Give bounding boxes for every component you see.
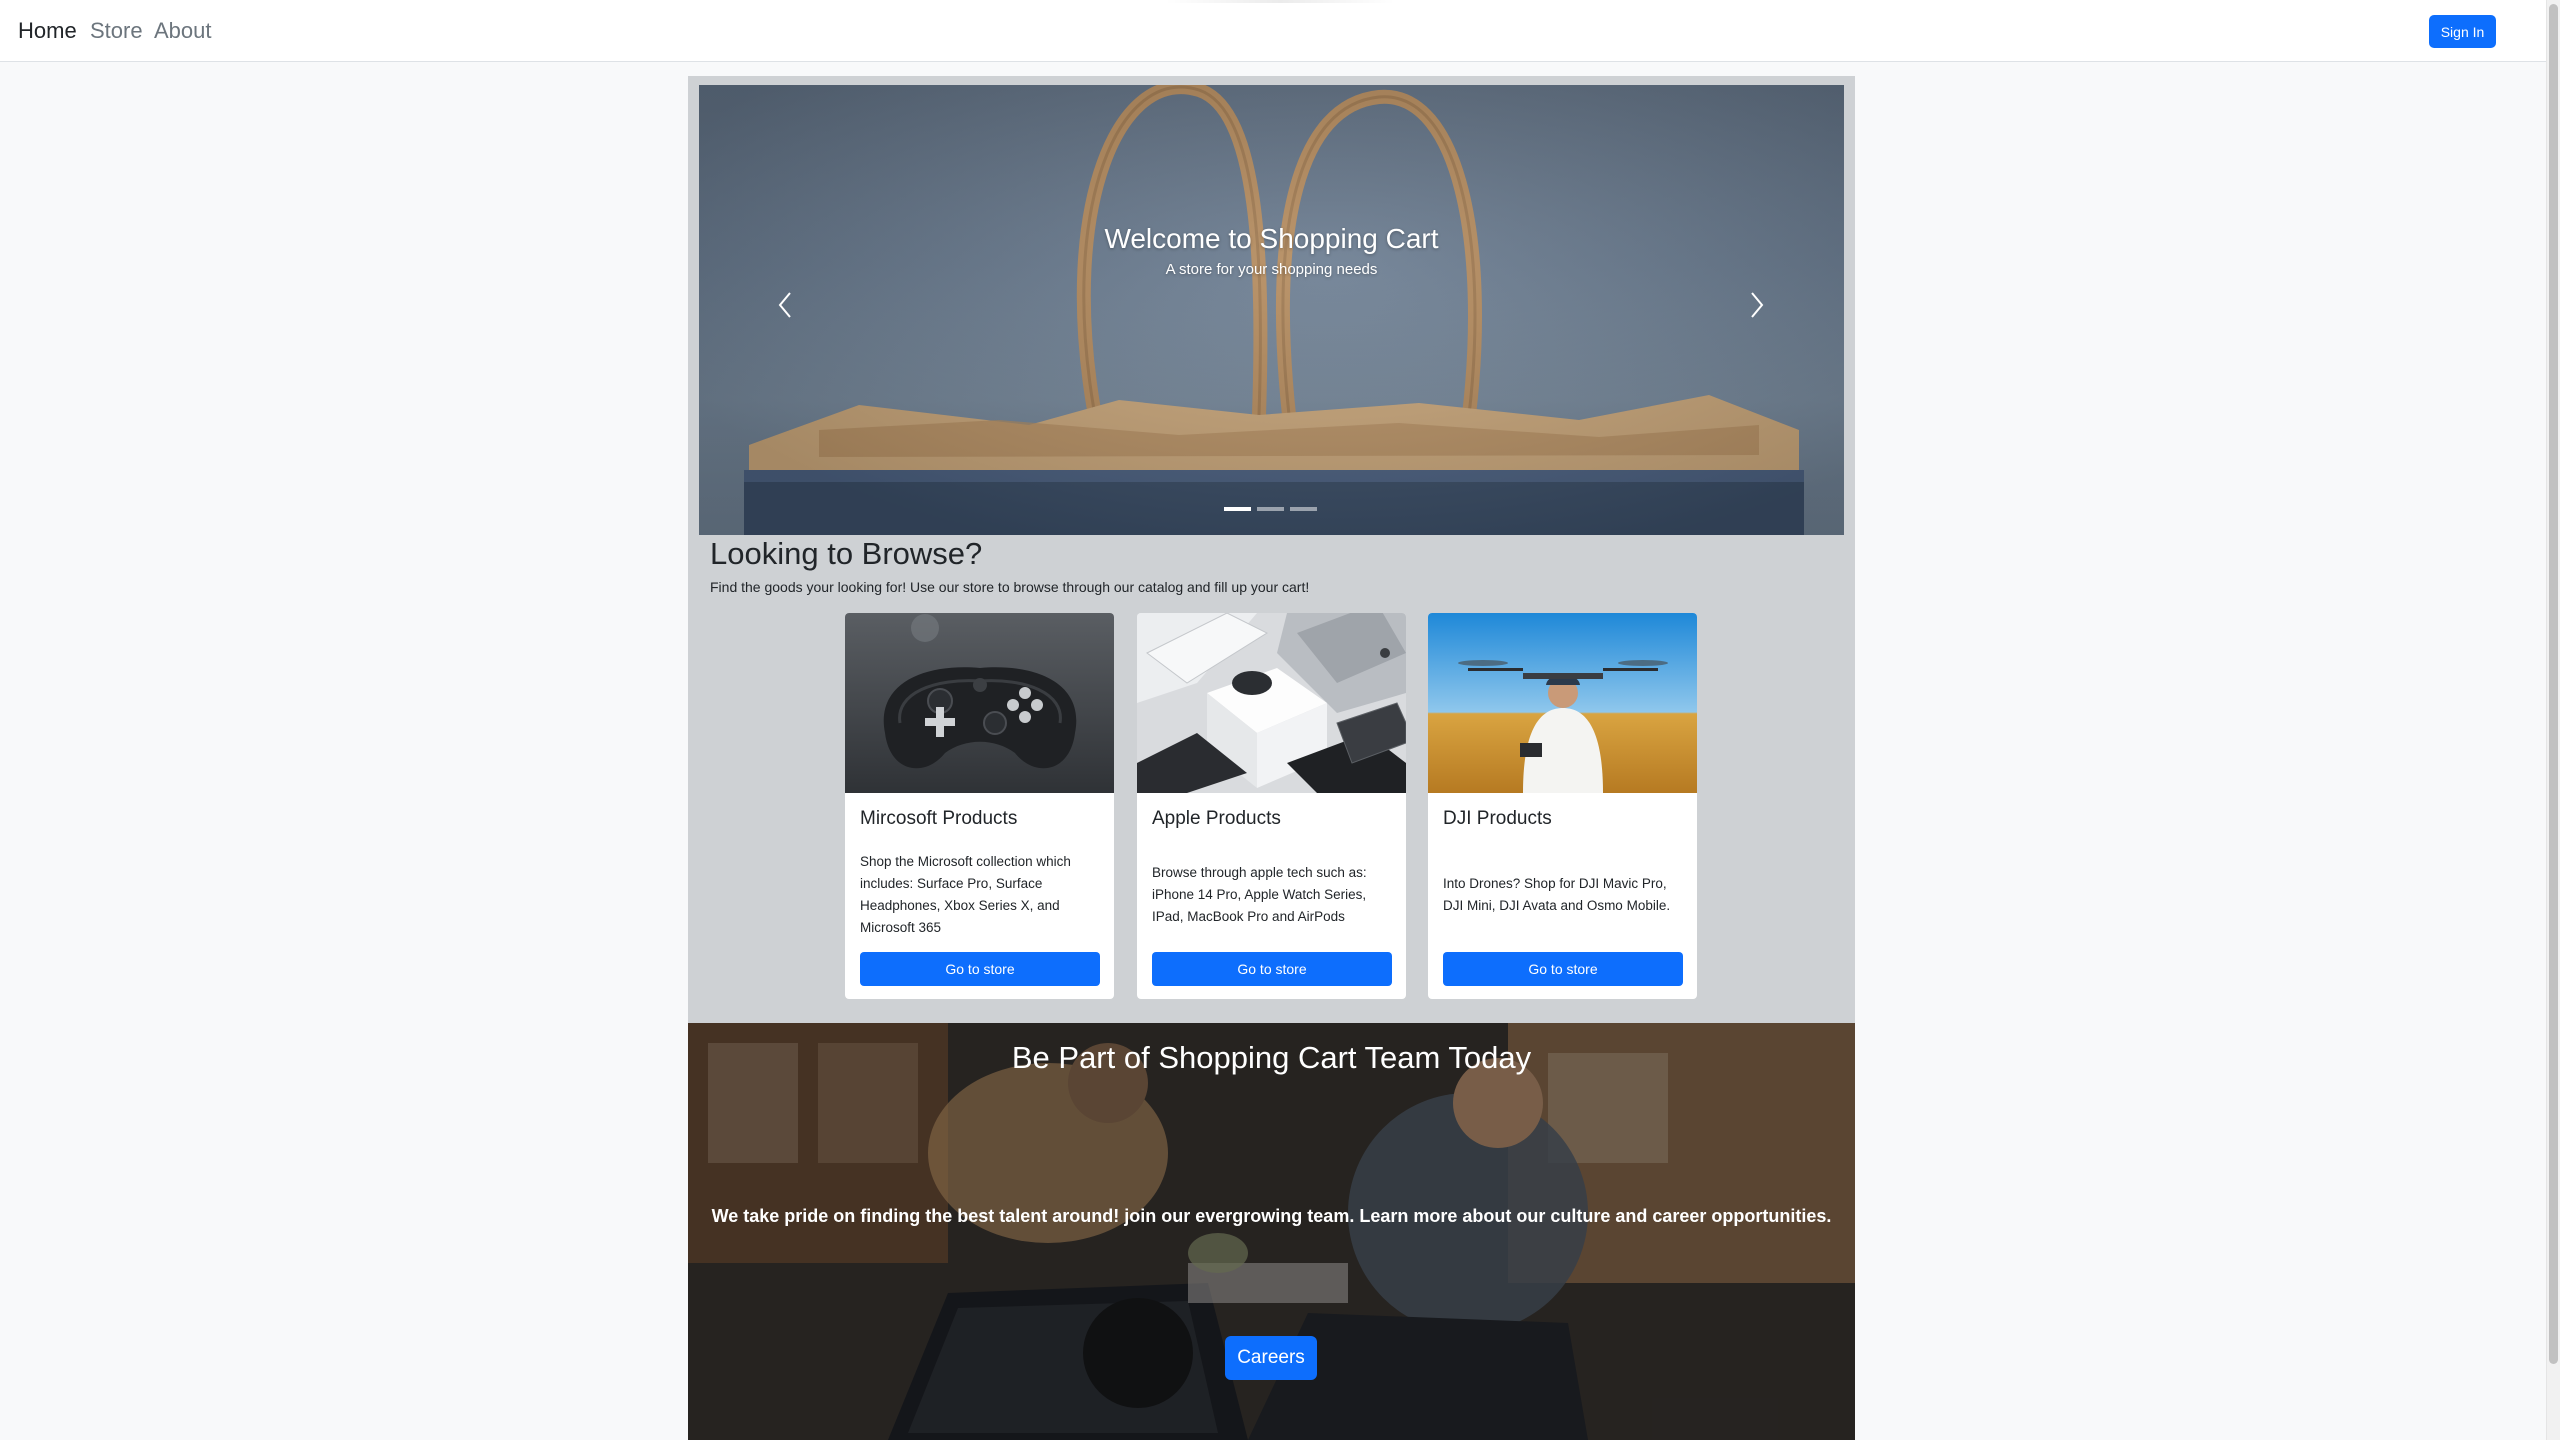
carousel-indicator-3[interactable] xyxy=(1290,507,1317,511)
go-to-store-button[interactable]: Go to store xyxy=(1152,952,1392,986)
carousel-caption: Welcome to Shopping Cart A store for you… xyxy=(699,222,1844,280)
sign-in-button[interactable]: Sign In xyxy=(2429,15,2496,48)
hero-carousel xyxy=(699,85,1844,535)
carousel-indicators xyxy=(1224,507,1317,511)
careers-section: Be Part of Shopping Cart Team Today We t… xyxy=(688,1023,1855,1440)
go-to-store-button[interactable]: Go to store xyxy=(1443,952,1683,986)
careers-button[interactable]: Careers xyxy=(1225,1336,1317,1380)
scrollbar-thumb[interactable] xyxy=(2549,4,2558,1364)
card-title: Mircosoft Products xyxy=(860,808,1018,829)
nav-link-about[interactable]: About xyxy=(154,17,212,45)
card-title: Apple Products xyxy=(1152,808,1281,829)
card-text: Browse through apple tech such as: iPhon… xyxy=(1152,865,1367,924)
carousel-indicator-2[interactable] xyxy=(1257,507,1284,511)
carousel-vignette xyxy=(699,85,1844,535)
card-title: DJI Products xyxy=(1443,808,1552,829)
nav-link-home[interactable]: Home xyxy=(18,17,77,45)
browse-heading: Looking to Browse? xyxy=(710,536,983,571)
card-text: Into Drones? Shop for DJI Mavic Pro, DJI… xyxy=(1443,876,1671,913)
xbox-controller-image xyxy=(845,613,1114,793)
careers-description: We take pride on finding the best talent… xyxy=(711,1206,1832,1226)
carousel-next-button[interactable] xyxy=(1742,285,1772,325)
carousel-title: Welcome to Shopping Cart xyxy=(1104,223,1439,254)
nav-link-store[interactable]: Store xyxy=(90,17,143,45)
product-card-apple: Apple Products Browse through apple tech… xyxy=(1137,613,1406,999)
browse-description: Find the goods your looking for! Use our… xyxy=(710,579,1310,595)
drone-pilot-image xyxy=(1428,613,1697,793)
product-card-microsoft: Mircosoft Products Shop the Microsoft co… xyxy=(845,613,1114,999)
card-text: Shop the Microsoft collection which incl… xyxy=(860,854,1071,935)
navbar: Home Store About Sign In xyxy=(0,0,2546,62)
apple-devices-image xyxy=(1137,613,1406,793)
go-to-store-button[interactable]: Go to store xyxy=(860,952,1100,986)
carousel-subtitle: A store for your shopping needs xyxy=(1165,261,1378,278)
chevron-left-icon xyxy=(778,292,791,318)
carousel-indicator-1[interactable] xyxy=(1224,507,1251,511)
top-shadow-decoration xyxy=(1165,0,1395,3)
product-card-dji: DJI Products Into Drones? Shop for DJI M… xyxy=(1428,613,1697,999)
chevron-right-icon xyxy=(1751,292,1764,318)
carousel-prev-button[interactable] xyxy=(770,285,800,325)
careers-heading: Be Part of Shopping Cart Team Today xyxy=(1011,1040,1532,1075)
